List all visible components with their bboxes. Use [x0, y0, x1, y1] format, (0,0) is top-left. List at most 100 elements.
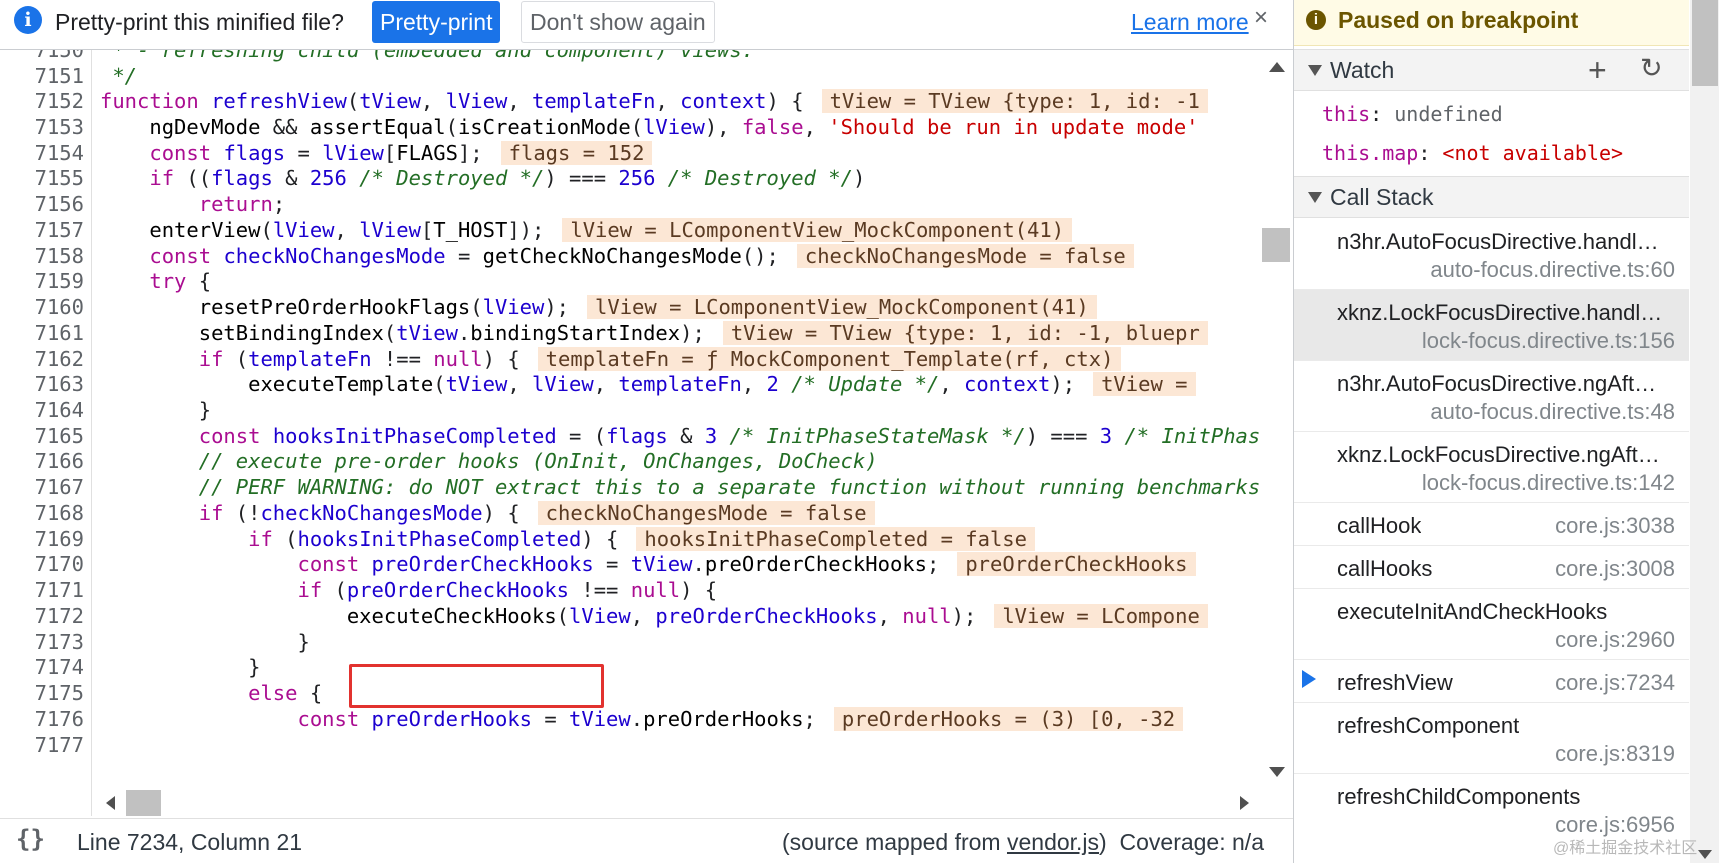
- line-number[interactable]: 7166: [0, 447, 84, 475]
- line-number[interactable]: 7163: [0, 370, 84, 398]
- line-number[interactable]: 7170: [0, 550, 84, 578]
- code-line: if (hooksInitPhaseCompleted) {hooksInitP…: [100, 525, 1035, 553]
- code-line: }: [100, 655, 261, 679]
- scroll-down-arrow-icon[interactable]: [1698, 850, 1712, 859]
- expand-triangle-icon[interactable]: [1308, 65, 1322, 76]
- frame-name: refreshChildComponents: [1337, 784, 1581, 809]
- line-number[interactable]: 7155: [0, 164, 84, 192]
- line-number[interactable]: 7175: [0, 679, 84, 707]
- line-number[interactable]: 7156: [0, 190, 84, 218]
- editor-vertical-scrollbar[interactable]: [1260, 50, 1293, 777]
- code-line: return;: [198, 192, 286, 216]
- call-frame-selected[interactable]: xknz.LockFocusDirective.handl… lock-focu…: [1294, 290, 1689, 361]
- code-line: const preOrderHooks = tView.preOrderHook…: [100, 705, 1184, 733]
- code-editor[interactable]: 7150 7151 7152 7153 7154 7155 7156 7157 …: [0, 50, 1293, 816]
- call-frame-current[interactable]: refreshView core.js:7234: [1294, 660, 1689, 703]
- line-number[interactable]: 7160: [0, 293, 84, 321]
- code-area[interactable]: * - refreshing child (embedded and compo…: [92, 50, 1260, 816]
- inline-value: templateFn = ƒ MockComponent_Template(rf…: [537, 347, 1122, 371]
- code-line: executeTemplate(tView, lView, templateFn…: [100, 370, 1196, 398]
- line-number[interactable]: 7162: [0, 345, 84, 373]
- call-frame[interactable]: refreshComponent core.js:8319: [1294, 703, 1689, 774]
- close-icon[interactable]: ×: [1254, 4, 1268, 32]
- code-line: executeCheckHooks(lView, preOrderCheckHo…: [100, 602, 1208, 630]
- line-number[interactable]: 7173: [0, 628, 84, 656]
- line-number[interactable]: 7153: [0, 113, 84, 141]
- inline-value: lView = LComponentView_MockComponent(41): [562, 218, 1073, 242]
- code-line: const hooksInitPhaseCompleted = (flags &…: [198, 424, 1260, 448]
- line-number[interactable]: 7168: [0, 499, 84, 527]
- line-number[interactable]: 7157: [0, 216, 84, 244]
- code-line: if ((flags & 256 /* Destroyed */) === 25…: [149, 166, 866, 190]
- watch-item[interactable]: this: undefined: [1322, 102, 1503, 126]
- code-line: setBindingIndex(tView.bindingStartIndex)…: [100, 319, 1208, 347]
- refresh-icon[interactable]: ↻: [1640, 53, 1663, 84]
- scroll-thumb[interactable]: [1692, 0, 1718, 86]
- line-gutter[interactable]: 7150 7151 7152 7153 7154 7155 7156 7157 …: [0, 50, 92, 816]
- scroll-thumb[interactable]: [1262, 228, 1290, 262]
- call-frame[interactable]: xknz.LockFocusDirective.ngAft… lock-focu…: [1294, 432, 1689, 503]
- call-frame[interactable]: n3hr.AutoFocusDirective.ngAft… auto-focu…: [1294, 361, 1689, 432]
- line-number[interactable]: 7151: [0, 62, 84, 90]
- inline-value: tView = TView {type: 1, id: -1: [821, 89, 1208, 113]
- frame-name: refreshComponent: [1337, 713, 1520, 738]
- call-frame[interactable]: executeInitAndCheckHooks core.js:2960: [1294, 589, 1689, 660]
- info-icon: i: [14, 6, 42, 34]
- frame-location: core.js:2960: [1555, 627, 1675, 652]
- line-number[interactable]: 7167: [0, 473, 84, 501]
- line-number[interactable]: 7176: [0, 705, 84, 733]
- frame-name: refreshView: [1337, 670, 1453, 695]
- pretty-print-button[interactable]: Pretty-print: [372, 1, 501, 43]
- scroll-down-arrow-icon[interactable]: [1269, 767, 1285, 777]
- call-frame[interactable]: callHook core.js:3038: [1294, 503, 1689, 546]
- call-frame[interactable]: callHooks core.js:3008: [1294, 546, 1689, 589]
- frame-name: xknz.LockFocusDirective.handl…: [1337, 300, 1663, 325]
- pretty-print-braces-icon[interactable]: {}: [16, 825, 45, 853]
- dont-show-again-button[interactable]: Don't show again: [521, 1, 715, 43]
- watch-sep: :: [1418, 141, 1443, 165]
- line-number[interactable]: 7158: [0, 242, 84, 270]
- line-number[interactable]: 7164: [0, 396, 84, 424]
- code-line: function refreshView(tView, lView, templ…: [100, 87, 1208, 115]
- watch-section-header[interactable]: Watch + ↻: [1294, 49, 1689, 91]
- editor-horizontal-scrollbar[interactable]: [92, 788, 1260, 818]
- scroll-up-arrow-icon[interactable]: [1269, 62, 1285, 72]
- add-watch-icon[interactable]: +: [1588, 52, 1607, 89]
- debugger-sidebar: i Paused on breakpoint Watch + ↻ this: u…: [1293, 0, 1719, 863]
- code-line: const checkNoChangesMode = getCheckNoCha…: [100, 242, 1134, 270]
- code-line: const flags = lView[FLAGS]; flags = 152: [100, 139, 653, 167]
- scroll-thumb[interactable]: [126, 790, 161, 816]
- watch-value: <not available>: [1442, 141, 1624, 165]
- expand-triangle-icon[interactable]: [1308, 192, 1322, 203]
- inline-value: preOrderCheckHooks: [957, 552, 1196, 576]
- line-number[interactable]: 7154: [0, 139, 84, 167]
- line-number[interactable]: 7152: [0, 87, 84, 115]
- line-number[interactable]: 7159: [0, 267, 84, 295]
- line-number[interactable]: 7171: [0, 576, 84, 604]
- frame-location: core.js:3008: [1555, 556, 1675, 581]
- code-line: const preOrderCheckHooks = tView.preOrde…: [100, 550, 1196, 578]
- code-line: enterView(lView, lView[T_HOST]); lView = …: [100, 216, 1073, 244]
- scroll-left-arrow-icon[interactable]: [106, 796, 115, 810]
- frame-location: auto-focus.directive.ts:60: [1430, 257, 1675, 282]
- paused-banner: i Paused on breakpoint: [1294, 0, 1689, 46]
- line-number[interactable]: 7165: [0, 422, 84, 450]
- source-file-link[interactable]: vendor.js: [1007, 829, 1099, 855]
- call-stack-section-header[interactable]: Call Stack: [1294, 176, 1689, 218]
- line-number[interactable]: 7177: [0, 731, 84, 759]
- line-number[interactable]: 7172: [0, 602, 84, 630]
- learn-more-link[interactable]: Learn more: [1131, 9, 1249, 36]
- inline-value: hooksInitPhaseCompleted = false: [636, 527, 1035, 551]
- highlighted-call: executeCheckHooks: [346, 604, 557, 628]
- watch-item[interactable]: this.map: <not available>: [1322, 141, 1623, 165]
- sidebar-scrollbar[interactable]: [1690, 0, 1719, 863]
- watch-value: undefined: [1394, 102, 1503, 126]
- frame-name: n3hr.AutoFocusDirective.handl…: [1337, 229, 1659, 254]
- line-number[interactable]: 7169: [0, 525, 84, 553]
- call-frame[interactable]: n3hr.AutoFocusDirective.handl… auto-focu…: [1294, 219, 1689, 290]
- line-number[interactable]: 7174: [0, 653, 84, 681]
- scroll-right-arrow-icon[interactable]: [1240, 796, 1249, 810]
- line-number[interactable]: 7161: [0, 319, 84, 347]
- source-map-info: (source mapped from vendor.js) Coverage:…: [782, 829, 1264, 856]
- frame-name: callHook: [1337, 513, 1422, 538]
